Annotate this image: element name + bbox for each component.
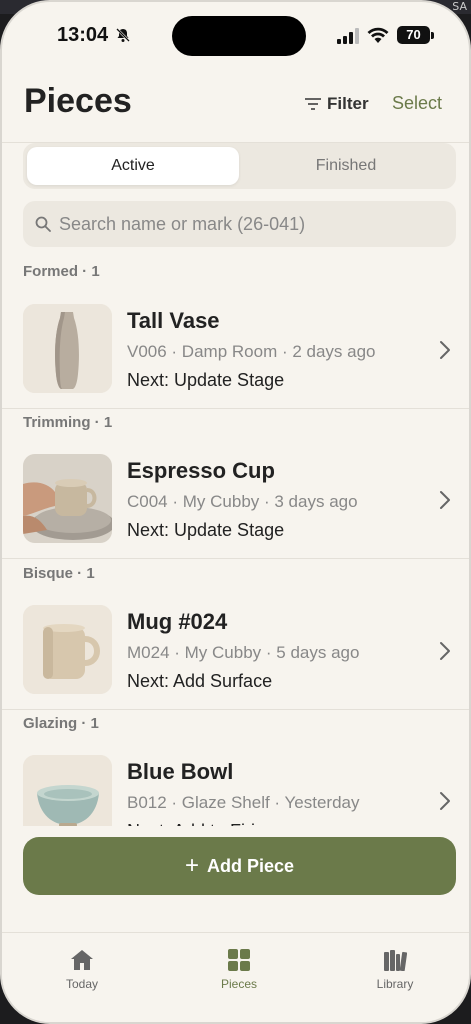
piece-name: Tall Vase [127, 308, 220, 333]
filter-label: Filter [327, 94, 369, 113]
piece-name: Espresso Cup [127, 458, 275, 483]
wifi-icon [367, 27, 389, 43]
battery-icon: 70 [397, 26, 430, 44]
filter-icon [305, 98, 321, 110]
status-bar: 13:04 70 [2, 2, 469, 62]
row-divider [2, 408, 469, 409]
chevron-right-icon [440, 491, 450, 509]
add-piece-button[interactable]: + Add Piece [23, 837, 456, 895]
list-item[interactable]: Mug #024 M024 · My Cubby · 5 days ago Ne… [2, 605, 469, 715]
piece-thumbnail [23, 454, 112, 543]
battery-tip [431, 32, 434, 39]
piece-name: Blue Bowl [127, 759, 234, 784]
piece-next-step: Next: Add Surface [127, 671, 273, 691]
piece-next-step: Next: Update Stage [127, 520, 285, 540]
page-title: Pieces [24, 82, 132, 120]
tab-pieces[interactable]: Pieces [194, 949, 284, 991]
plus-icon: + [184, 852, 199, 879]
section-header-bisque: Bisque · 1 [23, 565, 95, 582]
tab-today-label: Today [65, 977, 99, 991]
signal-icon [337, 28, 359, 44]
piece-thumbnail [23, 304, 112, 393]
tab-pieces-label: Pieces [220, 977, 258, 991]
row-divider [2, 709, 469, 710]
tab-today[interactable]: Today [37, 949, 127, 991]
add-piece-label: Add Piece [206, 855, 295, 876]
chevron-right-icon [440, 642, 450, 660]
tab-bar: Today Pieces Library [2, 932, 469, 1022]
bell-slash-icon [116, 28, 130, 42]
chevron-right-icon [440, 792, 450, 810]
select-button[interactable]: Select [392, 93, 442, 114]
piece-next-step: Next: Update Stage [127, 370, 285, 390]
piece-meta: C004 · My Cubby · 3 days ago [127, 492, 358, 511]
section-header-formed: Formed · 1 [23, 263, 100, 280]
grid-icon [228, 949, 250, 971]
row-divider [2, 558, 469, 559]
piece-name: Mug #024 [127, 609, 228, 634]
mug-image [23, 605, 112, 694]
piece-meta: V006 · Damp Room · 2 days ago [127, 342, 376, 361]
status-segmented-control: Active Finished [23, 143, 456, 189]
piece-thumbnail [23, 605, 112, 694]
list-item[interactable]: Tall Vase V006 · Damp Room · 2 days ago … [2, 304, 469, 414]
filter-button[interactable]: Filter [305, 94, 369, 114]
vase-image [23, 304, 112, 393]
segment-active[interactable]: Active [27, 147, 239, 185]
home-icon [71, 950, 93, 970]
tab-library[interactable]: Library [350, 949, 440, 991]
list-item[interactable]: Espresso Cup C004 · My Cubby · 3 days ag… [2, 454, 469, 564]
chevron-right-icon [440, 341, 450, 359]
search-input[interactable] [59, 213, 439, 235]
phone-screen: 13:04 70 Pieces Filter Select Active Fin… [0, 0, 471, 1024]
section-header-glazing: Glazing · 1 [23, 715, 99, 732]
dynamic-island [172, 16, 306, 56]
cup-image [23, 454, 112, 543]
tab-library-label: Library [376, 977, 414, 991]
page-header: Pieces Filter Select [2, 82, 469, 132]
status-time: 13:04 [57, 24, 109, 46]
piece-meta: B012 · Glaze Shelf · Yesterday [127, 793, 360, 812]
piece-meta: M024 · My Cubby · 5 days ago [127, 643, 360, 662]
segment-finished[interactable]: Finished [240, 147, 452, 185]
books-icon [384, 950, 407, 971]
section-header-trimming: Trimming · 1 [23, 414, 113, 431]
search-icon [35, 216, 51, 232]
search-bar[interactable] [23, 201, 456, 247]
